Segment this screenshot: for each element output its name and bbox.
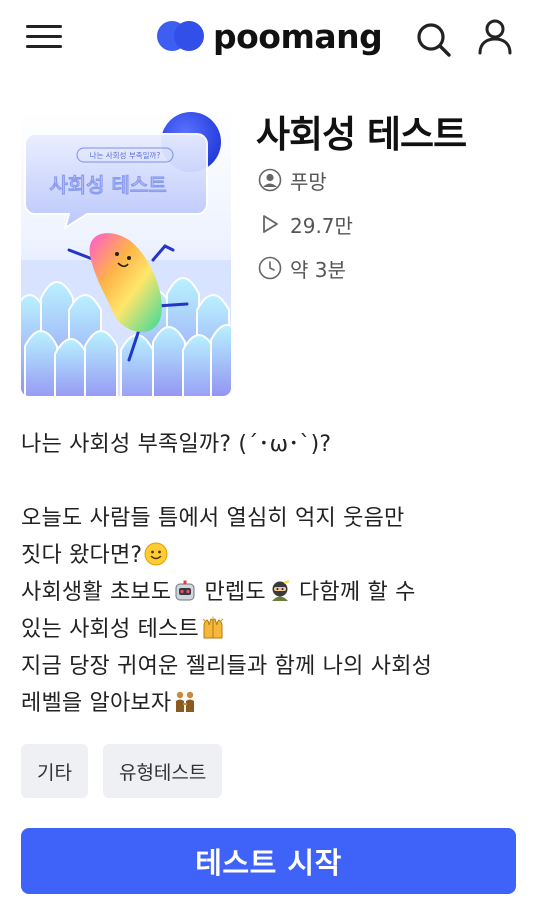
start-test-button[interactable]: 테스트 시작 xyxy=(21,828,516,894)
play-count: 29.7만 xyxy=(258,210,353,238)
description-line: 사회생활 초보도 만렙도 다함께 할 수 xyxy=(21,580,416,605)
description-line: 레벨을 알아보자 xyxy=(21,685,516,722)
description-line: 오늘도 사람들 틈에서 열심히 억지 웃음만 xyxy=(21,506,405,531)
top-navigation-bar: poomang xyxy=(0,0,535,76)
robot-icon xyxy=(175,580,195,601)
tag-chip[interactable]: 기타 xyxy=(21,744,88,798)
description-line: 있는 사회성 테스트 xyxy=(21,611,516,648)
clock-icon xyxy=(258,256,282,280)
user-icon[interactable] xyxy=(476,18,514,56)
description-line: 짓다 왔다면? xyxy=(21,537,516,574)
description-line: 나는 사회성 부족일까? (´･ω･`)? xyxy=(21,432,332,457)
duration: 약 3분 xyxy=(258,254,346,282)
logo[interactable]: poomang xyxy=(157,16,383,56)
test-thumbnail: 나는 사회성 부족일까? 사회성 테스트 xyxy=(21,110,231,396)
logo-text: poomang xyxy=(213,16,383,56)
search-icon[interactable] xyxy=(414,20,452,58)
author-avatar-icon xyxy=(258,168,282,192)
people-holding-hands-icon xyxy=(176,691,195,712)
logo-mark-icon xyxy=(157,21,205,51)
author-name: 푸망 xyxy=(290,169,327,194)
duration-value: 약 3분 xyxy=(290,257,346,282)
hamburger-menu-icon[interactable] xyxy=(26,22,62,52)
play-icon xyxy=(263,215,278,233)
test-detail-page: poomang 나는 사회성 부족일까? 사회성 테스트 사회성 테스트 푸망 … xyxy=(0,0,535,917)
tag-chip[interactable]: 유형테스트 xyxy=(102,744,223,798)
bubble-small-text: 나는 사회성 부족일까? xyxy=(90,151,161,160)
ninja-icon xyxy=(271,580,290,601)
description-line: 지금 당장 귀여운 젤리들과 함께 나의 사회성 xyxy=(21,654,433,679)
page-title: 사회성 테스트 xyxy=(256,113,467,156)
bubble-title-text: 사회성 테스트 xyxy=(49,173,166,197)
author-info: 푸망 xyxy=(258,166,327,194)
tag-list: 기타 유형테스트 xyxy=(21,744,223,798)
test-description: 나는 사회성 부족일까? (´･ω･`)? 오늘도 사람들 틈에서 열심히 억지… xyxy=(21,426,516,722)
raising-hands-icon xyxy=(202,616,224,639)
play-count-value: 29.7만 xyxy=(290,213,353,238)
smiling-face-icon xyxy=(144,542,168,566)
